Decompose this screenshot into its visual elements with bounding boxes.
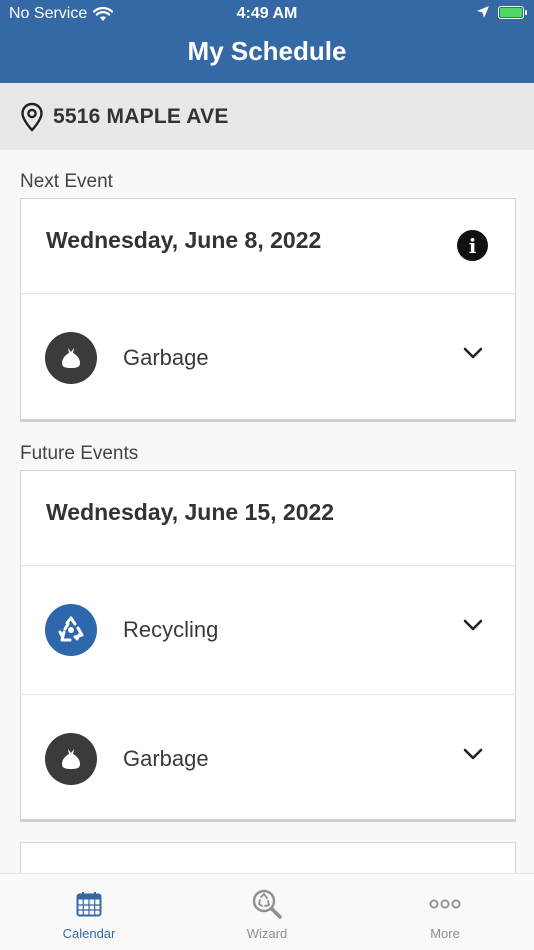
location-pin-icon (21, 102, 43, 132)
tab-label: Calendar (62, 926, 116, 941)
future-event-item-garbage[interactable]: Garbage (21, 694, 515, 822)
next-event-label: Next Event (20, 171, 113, 192)
event-label: Recycling (123, 617, 219, 642)
tab-more[interactable]: More (356, 874, 534, 950)
recycle-icon (45, 604, 97, 656)
event-label: Garbage (123, 745, 209, 771)
battery-fill (500, 7, 522, 17)
top-bar: No Service 4:49 AM My Schedule (0, 0, 534, 83)
chevron-down-icon[interactable] (463, 618, 483, 632)
address-text: 5516 MAPLE AVE (53, 104, 229, 128)
future-event-date: Wednesday, June 15, 2022 (46, 498, 335, 525)
future-event-card: Wednesday, June 15, 2022 Recycling Garba… (20, 470, 516, 822)
tab-label: More (430, 926, 460, 941)
status-time: 4:49 AM (236, 5, 298, 22)
next-event-item-garbage[interactable]: Garbage (21, 294, 515, 422)
tab-label: Wizard (246, 926, 288, 941)
status-right (476, 5, 527, 19)
chevron-down-icon[interactable] (463, 747, 483, 761)
chevron-down-icon[interactable] (463, 346, 483, 360)
battery-icon (498, 5, 527, 19)
garbage-bag-icon (45, 732, 97, 785)
status-bar: No Service 4:49 AM (0, 0, 534, 28)
garbage-bag-icon (45, 332, 97, 384)
tab-calendar[interactable]: Calendar (0, 874, 178, 950)
next-event-card: Wednesday, June 8, 2022 i Garbage (20, 198, 516, 422)
next-event-date-row: Wednesday, June 8, 2022 i (21, 199, 515, 294)
info-icon[interactable]: i (457, 230, 488, 261)
future-event-item-recycling[interactable]: Recycling (21, 566, 515, 694)
calendar-icon (75, 888, 103, 920)
location-arrow-icon (477, 6, 489, 18)
event-label: Garbage (123, 345, 209, 370)
tab-wizard[interactable]: Wizard (178, 874, 356, 950)
page-title: My Schedule (187, 36, 347, 66)
tab-bar: Calendar Wizard More (0, 873, 534, 950)
wizard-search-icon (251, 888, 283, 920)
future-event-date-row: Wednesday, June 15, 2022 (21, 471, 515, 566)
address-bar[interactable]: 5516 MAPLE AVE (0, 83, 534, 150)
next-event-date: Wednesday, June 8, 2022 (46, 226, 322, 253)
future-events-label: Future Events (20, 443, 139, 464)
more-dots-icon (429, 888, 461, 920)
